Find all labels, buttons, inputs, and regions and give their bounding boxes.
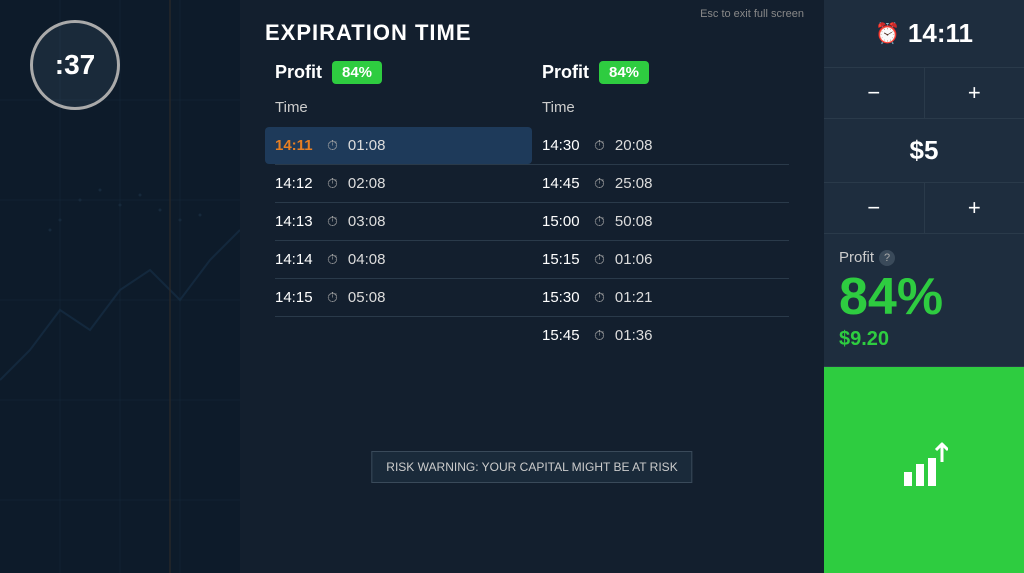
clock-icon-2: ⏱ xyxy=(327,175,338,192)
clock-symbol: ⏰ xyxy=(875,21,900,46)
time-val-r4: 15:15 xyxy=(542,251,584,268)
profit-col-left: Profit 84% xyxy=(265,61,532,84)
center-panel: EXPIRATION TIME Esc to exit full screen … xyxy=(240,0,824,573)
clock-icon-3: ⏱ xyxy=(327,213,338,230)
amount-value: $5 xyxy=(910,135,939,166)
amount-plus-button[interactable]: + xyxy=(925,183,1024,233)
clock-icon-r2: ⏱ xyxy=(594,175,605,192)
risk-warning: RISK WARNING: YOUR CAPITAL MIGHT BE AT R… xyxy=(371,451,692,483)
stepper-row-2: − + xyxy=(824,183,1024,234)
profit-headers: Profit 84% Profit 84% xyxy=(265,61,799,84)
profit-section: Profit ? 84% $9.20 xyxy=(824,234,1024,367)
clock-icon-r4: ⏱ xyxy=(594,251,605,268)
time-cell-left-2[interactable]: 14:12 ⏱ 02:08 xyxy=(265,165,532,202)
chart-background xyxy=(0,0,240,573)
profit-col-right: Profit 84% xyxy=(532,61,799,84)
time-val-3: 14:13 xyxy=(275,213,317,230)
time-row-4: 14:14 ⏱ 04:08 15:15 ⏱ 01:06 xyxy=(265,241,799,278)
time-row-5: 14:15 ⏱ 05:08 15:30 ⏱ 01:21 xyxy=(265,279,799,316)
time-val-1: 14:11 xyxy=(275,137,317,154)
panel-title: EXPIRATION TIME xyxy=(265,20,799,46)
time-row-3: 14:13 ⏱ 03:08 15:00 ⏱ 50:08 xyxy=(265,203,799,240)
time-cell-left-1[interactable]: 14:11 ⏱ 01:08 xyxy=(265,127,532,164)
profit-badge-left: 84% xyxy=(332,61,382,84)
amount-minus-button[interactable]: − xyxy=(824,183,924,233)
left-panel: :37 xyxy=(0,0,240,573)
profit-dollar-amount: $9.20 xyxy=(839,328,1009,351)
clock-icon-r3: ⏱ xyxy=(594,213,605,230)
time-cell-right-1[interactable]: 14:30 ⏱ 20:08 xyxy=(532,127,799,164)
right-panel: ⏰ 14:11 − + $5 − + Profit ? 84% $9.20 xyxy=(824,0,1024,573)
current-time: 14:11 xyxy=(908,18,973,49)
duration-5: 05:08 xyxy=(348,289,386,306)
time-cell-right-6[interactable]: 15:45 ⏱ 01:36 xyxy=(532,317,799,354)
time-val-r1: 14:30 xyxy=(542,137,584,154)
profit-percent: 84% xyxy=(839,271,1009,323)
profit-title: Profit xyxy=(839,249,874,266)
clock-icon-1: ⏱ xyxy=(327,137,338,154)
time-col-label-right: Time xyxy=(532,94,799,122)
time-val-2: 14:12 xyxy=(275,175,317,192)
clock-icon-4: ⏱ xyxy=(327,251,338,268)
time-cell-left-6 xyxy=(265,317,532,354)
time-headers: Time Time xyxy=(265,94,799,122)
time-cell-right-3[interactable]: 15:00 ⏱ 50:08 xyxy=(532,203,799,240)
profit-badge-right: 84% xyxy=(599,61,649,84)
duration-2: 02:08 xyxy=(348,175,386,192)
time-val-4: 14:14 xyxy=(275,251,317,268)
time-row-2: 14:12 ⏱ 02:08 14:45 ⏱ 25:08 xyxy=(265,165,799,202)
trade-button[interactable] xyxy=(824,367,1024,573)
clock-icon-r6: ⏱ xyxy=(594,327,605,344)
stepper-row-1: − + xyxy=(824,68,1024,119)
profit-label-left: Profit xyxy=(275,62,322,83)
time-cell-right-5[interactable]: 15:30 ⏱ 01:21 xyxy=(532,279,799,316)
time-row-6: 15:45 ⏱ 01:36 xyxy=(265,317,799,354)
trade-up-icon xyxy=(900,442,948,499)
amount-display: $5 xyxy=(824,119,1024,183)
duration-1: 01:08 xyxy=(348,137,386,154)
time-cell-left-3[interactable]: 14:13 ⏱ 03:08 xyxy=(265,203,532,240)
duration-r5: 01:21 xyxy=(615,289,653,306)
duration-4: 04:08 xyxy=(348,251,386,268)
duration-r1: 20:08 xyxy=(615,137,653,154)
clock-icon-r5: ⏱ xyxy=(594,289,605,306)
time-row-1: 14:11 ⏱ 01:08 14:30 ⏱ 20:08 xyxy=(265,127,799,164)
esc-hint: Esc to exit full screen xyxy=(700,8,804,20)
duration-r2: 25:08 xyxy=(615,175,653,192)
time-val-r3: 15:00 xyxy=(542,213,584,230)
time-val-r5: 15:30 xyxy=(542,289,584,306)
duration-r4: 01:06 xyxy=(615,251,653,268)
time-plus-button[interactable]: + xyxy=(925,68,1024,118)
time-cell-right-4[interactable]: 15:15 ⏱ 01:06 xyxy=(532,241,799,278)
time-rows: 14:11 ⏱ 01:08 14:30 ⏱ 20:08 14:12 ⏱ 02:0… xyxy=(265,127,799,354)
clock-icon-r1: ⏱ xyxy=(594,137,605,154)
duration-r3: 50:08 xyxy=(615,213,653,230)
help-icon[interactable]: ? xyxy=(879,250,895,266)
duration-r6: 01:36 xyxy=(615,327,653,344)
profit-title-row: Profit ? xyxy=(839,249,1009,266)
time-val-r2: 14:45 xyxy=(542,175,584,192)
time-display: ⏰ 14:11 xyxy=(824,0,1024,68)
duration-3: 03:08 xyxy=(348,213,386,230)
time-val-5: 14:15 xyxy=(275,289,317,306)
clock-icon-5: ⏱ xyxy=(327,289,338,306)
time-val-r6: 15:45 xyxy=(542,327,584,344)
time-cell-left-5[interactable]: 14:15 ⏱ 05:08 xyxy=(265,279,532,316)
profit-label-right: Profit xyxy=(542,62,589,83)
time-minus-button[interactable]: − xyxy=(824,68,924,118)
time-cell-right-2[interactable]: 14:45 ⏱ 25:08 xyxy=(532,165,799,202)
time-cell-left-4[interactable]: 14:14 ⏱ 04:08 xyxy=(265,241,532,278)
time-col-label-left: Time xyxy=(265,94,532,122)
